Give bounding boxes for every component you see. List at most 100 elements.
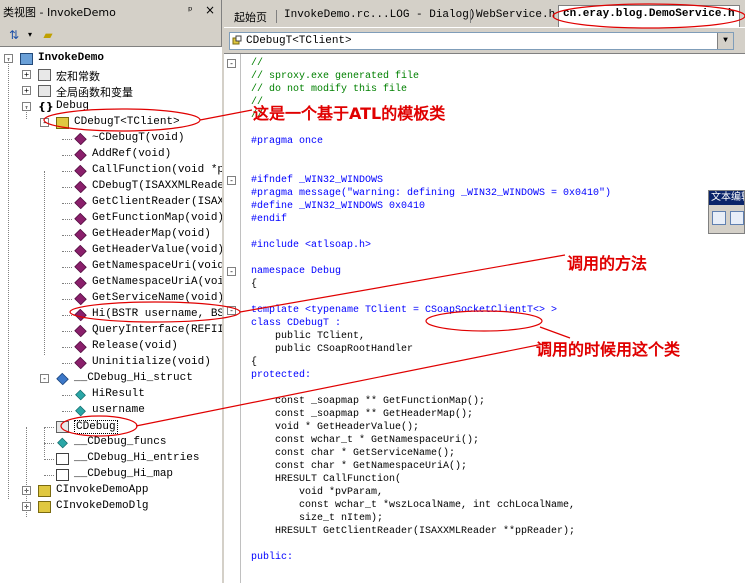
code-line[interactable]: const _soapmap ** GetFunctionMap(); <box>251 395 485 408</box>
code-line[interactable]: const wchar_t * GetNamespaceUri(); <box>251 434 479 447</box>
tree-item-label: CallFunction(void *p <box>92 164 222 176</box>
collapse-icon[interactable]: - <box>40 374 49 383</box>
tree-item[interactable]: GetNamespaceUriA(voi <box>0 275 222 291</box>
tree-item[interactable]: GetHeaderMap(void) <box>0 227 222 243</box>
tree-item[interactable]: AddRef(void) <box>0 147 222 163</box>
tree-item[interactable]: CDebug <box>0 419 222 435</box>
tree-item[interactable]: CDebugT(ISAXXMLReade <box>0 179 222 195</box>
code-line[interactable]: #ifndef _WIN32_WINDOWS <box>251 174 383 187</box>
fold-toggle-icon[interactable]: - <box>227 59 236 68</box>
code-line[interactable]: public CSoapRootHandler <box>251 343 413 356</box>
code-line[interactable]: { <box>251 278 257 291</box>
tree-item-label: GetNamespaceUri(void <box>92 260 222 272</box>
code-line[interactable]: template <typename TClient = CSoapSocket… <box>251 304 557 317</box>
tree-item[interactable]: Uninitialize(void) <box>0 355 222 371</box>
code-line[interactable]: HRESULT GetClientReader(ISAXXMLReader **… <box>251 525 575 538</box>
scope-bar: CDebugT<TClient> ▼ <box>224 27 745 53</box>
code-line[interactable]: namespace Debug <box>251 265 341 278</box>
fold-toggle-icon[interactable]: - <box>227 267 236 276</box>
code-line[interactable]: class CDebugT : <box>251 317 341 330</box>
tree-item[interactable]: CallFunction(void *p <box>0 163 222 179</box>
code-line[interactable]: public: <box>251 551 293 564</box>
tree-item[interactable]: __CDebug_funcs <box>0 435 222 451</box>
tree-item[interactable]: QueryInterface(REFII <box>0 323 222 339</box>
sort-icon[interactable]: ⇅ <box>6 27 22 43</box>
tree-item[interactable]: + CInvokeDemoDlg <box>0 499 222 515</box>
tree-item[interactable]: + 全局函数和变量 <box>0 83 222 99</box>
tree-item-label: QueryInterface(REFII <box>92 324 222 336</box>
scope-value: CDebugT<TClient> <box>246 35 352 47</box>
expand-icon[interactable]: + <box>22 70 31 79</box>
tree-item-label: CInvokeDemoDlg <box>56 500 149 512</box>
tree-item[interactable]: - InvokeDemo <box>0 51 222 67</box>
method-icon <box>74 212 87 226</box>
code-line[interactable]: // <box>251 57 263 70</box>
fold-gutter: - - - - <box>224 54 241 583</box>
scope-dropdown[interactable]: CDebugT<TClient> ▼ <box>229 32 734 50</box>
close-icon[interactable]: × <box>205 3 215 17</box>
tree-item[interactable]: Release(void) <box>0 339 222 355</box>
expand-icon[interactable]: + <box>22 86 31 95</box>
tree-item[interactable]: - __CDebug_Hi_struct <box>0 371 222 387</box>
code-line[interactable]: void * GetHeaderValue(); <box>251 421 419 434</box>
code-line[interactable]: #define _WIN32_WINDOWS 0x0410 <box>251 200 425 213</box>
tree-item[interactable]: __CDebug_Hi_entries <box>0 451 222 467</box>
code-line[interactable]: protected: <box>251 369 311 382</box>
tab-start-page[interactable]: 起始页 <box>230 7 271 25</box>
code-line[interactable]: const char * GetServiceName(); <box>251 447 455 460</box>
tree-item[interactable]: + 宏和常数 <box>0 67 222 83</box>
tree-item-label: CDebugT<TClient> <box>74 116 180 128</box>
code-line[interactable]: const wchar_t *wszLocalName, int cchLoca… <box>251 499 575 512</box>
uncomment-icon[interactable] <box>730 211 744 225</box>
fold-toggle-icon[interactable]: - <box>227 176 236 185</box>
new-folder-icon[interactable]: ▰ <box>40 27 56 43</box>
code-line[interactable]: #pragma message("warning: defining _WIN3… <box>251 187 611 200</box>
class-template-icon <box>56 117 69 129</box>
code-line[interactable]: const _soapmap ** GetHeaderMap(); <box>251 408 473 421</box>
code-line[interactable]: #pragma once <box>251 135 323 148</box>
document-tabs: 起始页 InvokeDemo.rc...LOG - Dialog) WebSer… <box>224 3 745 27</box>
tree-item[interactable]: __CDebug_Hi_map <box>0 467 222 483</box>
method-icon <box>74 324 87 338</box>
tab-webservice-h[interactable]: WebService.h <box>472 7 559 25</box>
tree-item[interactable]: GetFunctionMap(void) <box>0 211 222 227</box>
tree-item[interactable]: GetNamespaceUri(void <box>0 259 222 275</box>
tree-item[interactable]: GetServiceName(void) <box>0 291 222 307</box>
class-tree[interactable]: - InvokeDemo + 宏和常数 + 全局函数和变量 -{} Debug - CDebugT… <box>0 46 222 583</box>
code-line[interactable]: #include <atlsoap.h> <box>251 239 371 252</box>
tree-item[interactable]: username <box>0 403 222 419</box>
tree-item[interactable]: + CInvokeDemoApp <box>0 483 222 499</box>
code-line[interactable]: // sproxy.exe generated file <box>251 70 419 83</box>
tree-item-label: 全局函数和变量 <box>56 86 133 99</box>
code-line[interactable]: size_t nItem); <box>251 512 383 525</box>
code-line[interactable]: void *pvParam, <box>251 486 383 499</box>
tree-item[interactable]: GetHeaderValue(void) <box>0 243 222 259</box>
code-line[interactable]: public TClient, <box>251 330 365 343</box>
tree-item[interactable]: - CDebugT<TClient> <box>0 115 222 131</box>
tab-demoservice-h[interactable]: cn.eray.blog.DemoService.h <box>558 5 740 27</box>
method-icon <box>74 276 87 290</box>
comment-icon[interactable] <box>712 211 726 225</box>
collapse-icon[interactable]: - <box>40 118 49 127</box>
code-line[interactable]: #endif <box>251 213 287 226</box>
fold-toggle-icon[interactable]: - <box>227 306 236 315</box>
text-editor-toolbar: 文本编辑器 <box>708 190 745 234</box>
dropdown-arrow-icon[interactable]: ▾ <box>22 27 38 43</box>
tree-item[interactable]: HiResult <box>0 387 222 403</box>
method-icon <box>74 244 87 258</box>
tree-item-label: CDebug <box>74 420 118 434</box>
tree-item[interactable]: Hi(BSTR username, BS <box>0 307 222 323</box>
code-line[interactable]: // do not modify this file <box>251 83 407 96</box>
method-icon <box>74 292 87 306</box>
code-line[interactable]: { <box>251 356 257 369</box>
code-view[interactable]: - - - - //// sproxy.exe generated file// do… <box>224 53 745 583</box>
tree-item[interactable]: GetClientReader(ISAX <box>0 195 222 211</box>
chevron-down-icon[interactable]: ▼ <box>717 33 733 49</box>
code-line[interactable]: const char * GetNamespaceUriA(); <box>251 460 467 473</box>
tree-item[interactable]: -{} Debug <box>0 99 222 115</box>
code-line[interactable]: HRESULT CallFunction( <box>251 473 401 486</box>
tree-item[interactable]: ~CDebugT(void) <box>0 131 222 147</box>
pin-icon[interactable]: ᵖ <box>188 4 193 17</box>
tab-invokedemo-rc[interactable]: InvokeDemo.rc...LOG - Dialog) <box>280 7 479 25</box>
field-icon <box>57 437 68 449</box>
